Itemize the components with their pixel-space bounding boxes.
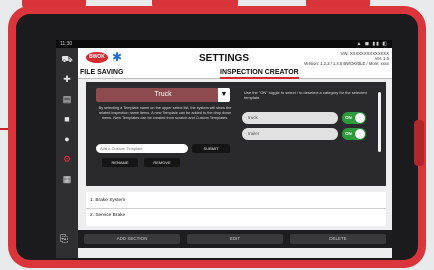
toggle-switch[interactable]: ON — [342, 112, 366, 124]
template-help-text: By selecting a Template name on the uppe… — [98, 106, 232, 120]
paperclip-icon[interactable]: ⎘ — [60, 234, 68, 245]
clipboard-icon[interactable]: ▤ — [60, 94, 74, 104]
custom-template-input[interactable] — [96, 144, 188, 153]
edit-button[interactable]: EDIT — [187, 234, 283, 244]
side-rail: ⛟ ✚ ▤ ■ ● ⚙ ▦ — [56, 48, 78, 258]
rename-button[interactable]: RENAME — [102, 158, 138, 167]
chevron-down-icon[interactable]: ▼ — [218, 88, 230, 102]
system-icons: ▲ ◼ ▮▮ ◧ — [356, 41, 388, 47]
scrollbar[interactable] — [378, 92, 381, 152]
toggle-row-truck: truck ON — [242, 112, 366, 124]
template-select[interactable]: Truck ▼ — [96, 88, 230, 102]
inspection-creator-panel: Truck ▼ By selecting a Template name on … — [86, 82, 386, 186]
gear-icon[interactable]: ⚙ — [60, 154, 74, 164]
tab-inspection-creator[interactable]: INSPECTION CREATOR — [220, 68, 299, 79]
toggle-label: truck — [242, 112, 338, 124]
toggle-switch[interactable]: ON — [342, 128, 366, 140]
toggle-help-text: Use the "ON" toggle to select / to desel… — [244, 90, 367, 100]
status-bar: 11:30 ▲ ◼ ▮▮ ◧ — [56, 40, 392, 48]
status-time: 11:30 — [60, 41, 73, 47]
delete-button[interactable]: DELETE — [290, 234, 386, 244]
submit-button[interactable]: SUBMIT — [192, 144, 230, 153]
document-icon[interactable]: ▦ — [60, 174, 74, 184]
tab-bar: FILE SAVING INSPECTION CREATOR — [78, 68, 392, 79]
list-item[interactable]: 1. Brake System — [90, 198, 125, 203]
pin-icon[interactable]: ● — [60, 134, 74, 144]
toggle-label: trailer — [242, 128, 338, 140]
version-info: VIN: XXXXXXXXXXXXXX Ver. 1.5 Version: 1.… — [304, 51, 389, 66]
truck-icon[interactable]: ⛟ — [60, 54, 74, 64]
list-divider — [86, 208, 386, 209]
toggle-row-trailer: trailer ON — [242, 128, 366, 140]
inspection-list: 1. Brake System 2. Service Brake — [86, 192, 386, 226]
template-select-value: Truck — [154, 91, 172, 98]
app-screen: 11:30 ▲ ◼ ▮▮ ◧ BWOK ✱ SETTINGS VIN: XXXX… — [56, 40, 392, 258]
folder-icon[interactable]: ■ — [60, 114, 74, 124]
wrench-icon[interactable]: ✚ — [60, 74, 74, 84]
side-button — [414, 120, 424, 166]
remove-button[interactable]: REMOVE — [144, 158, 180, 167]
header: BWOK ✱ SETTINGS VIN: XXXXXXXXXXXXXX Ver.… — [56, 48, 392, 68]
add-section-button[interactable]: ADD SECTION — [84, 234, 180, 244]
tab-file-saving[interactable]: FILE SAVING — [80, 68, 123, 78]
version-line-3: Version: 1.2.3 / 1.4.5 BWOK/BLE / More: … — [303, 61, 389, 66]
bottom-action-bar: ADD SECTION EDIT DELETE — [78, 230, 392, 248]
list-item[interactable]: 2. Service Brake — [90, 213, 125, 218]
